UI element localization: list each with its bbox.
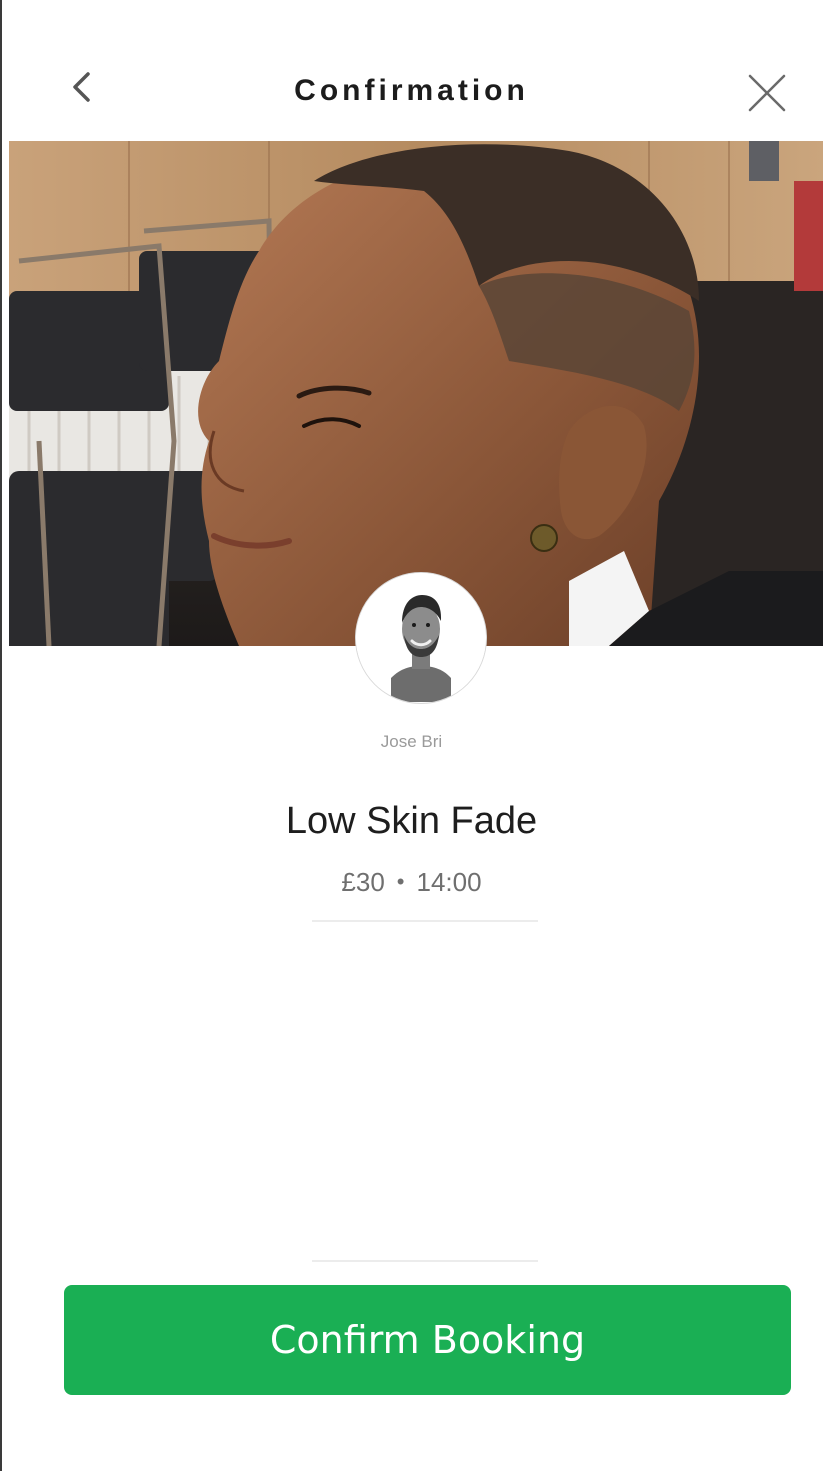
service-price: £30: [341, 867, 385, 897]
separator-dot: •: [396, 869, 405, 894]
service-details: £30 • 14:00: [0, 867, 823, 898]
close-icon: [748, 74, 786, 112]
service-time: 14:00: [416, 867, 482, 897]
barber-haircut-photo: [9, 141, 823, 646]
barber-avatar-photo: [356, 573, 485, 702]
confirm-booking-button[interactable]: Confirm Booking: [64, 1285, 791, 1395]
divider-top: [312, 920, 538, 922]
page-title: Confirmation: [294, 74, 529, 107]
close-button[interactable]: [738, 64, 796, 122]
hero-image: [9, 141, 823, 646]
service-name: Low Skin Fade: [285, 800, 538, 842]
nav-header: Confirmation: [0, 0, 823, 140]
window-frame-left: [0, 0, 2, 1471]
barber-name: Jose Bri: [380, 732, 443, 751]
barber-avatar[interactable]: [355, 572, 487, 704]
divider-bottom: [312, 1260, 538, 1262]
